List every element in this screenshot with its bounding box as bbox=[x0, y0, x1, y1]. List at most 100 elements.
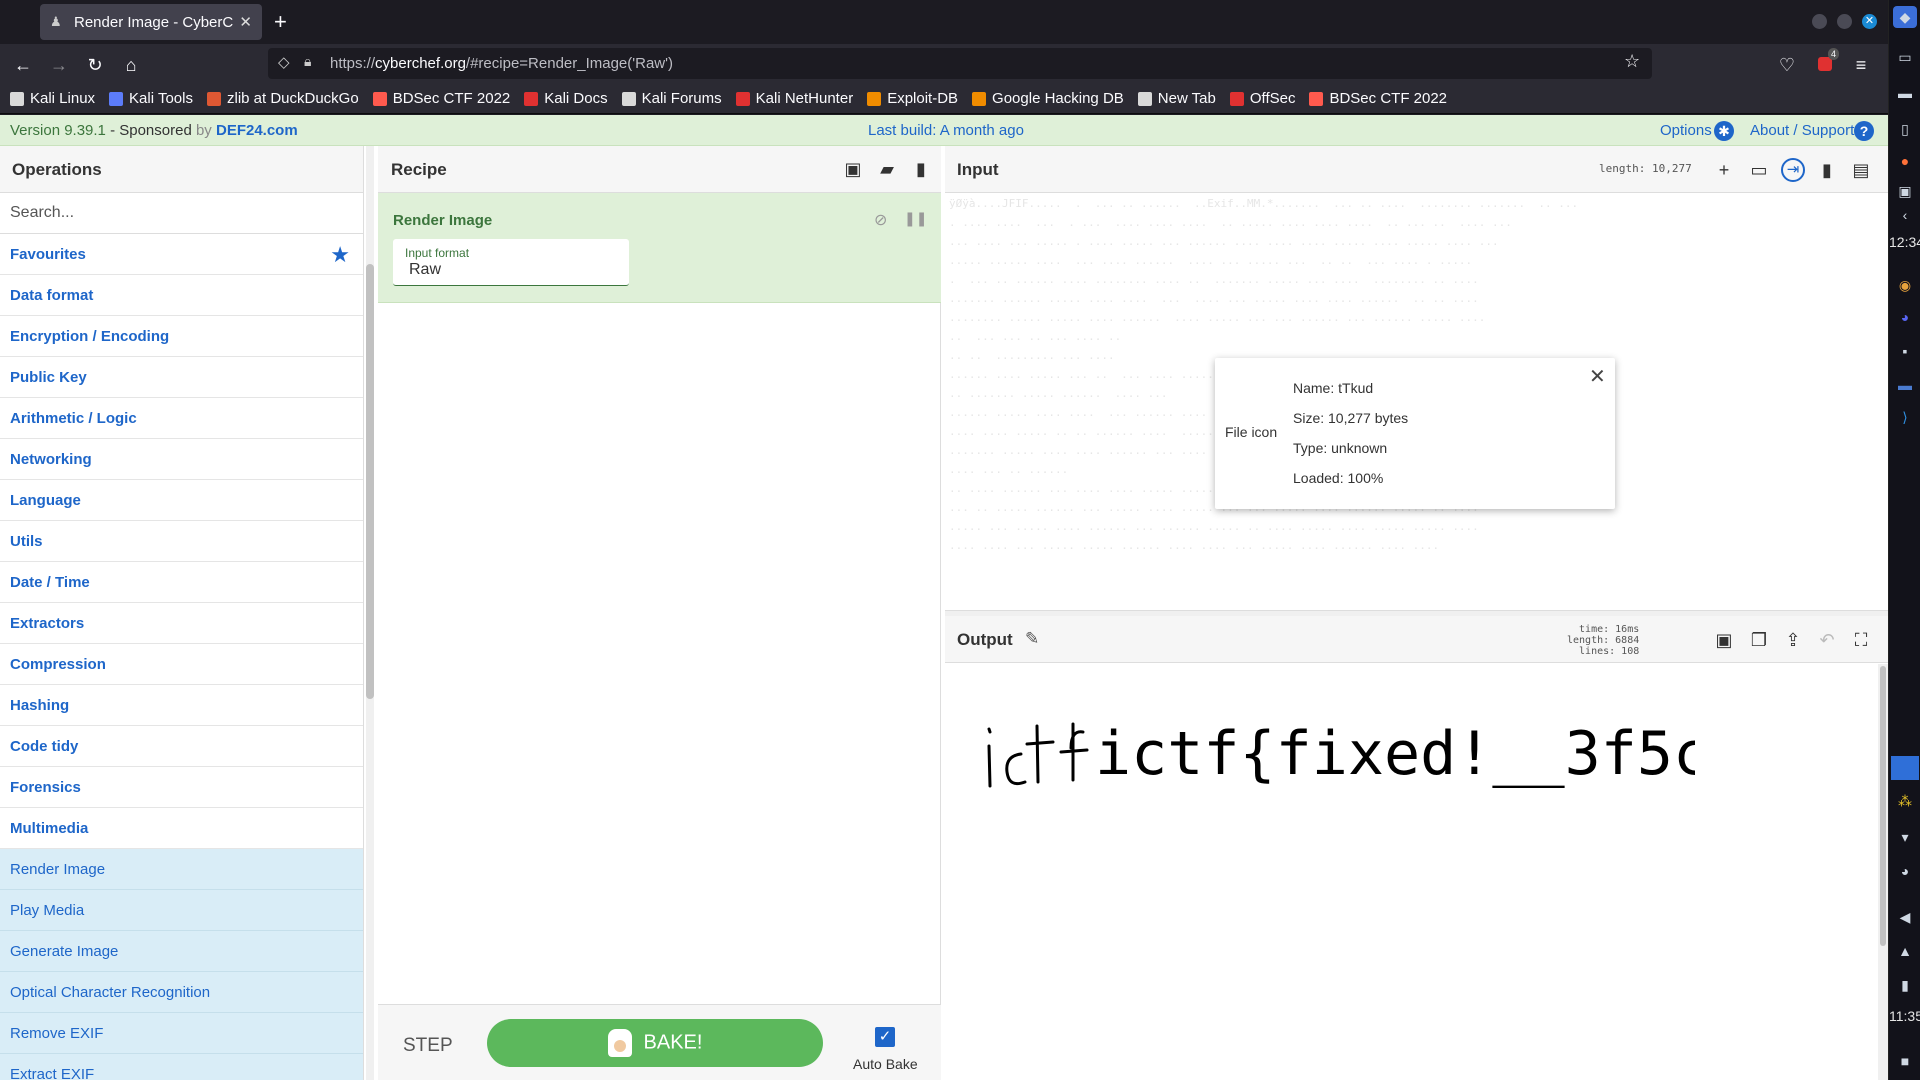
lock-screen-icon[interactable]: ■ bbox=[1893, 1050, 1917, 1072]
volume-icon[interactable]: ◀ bbox=[1893, 906, 1917, 928]
bookmark-item[interactable]: New Tab bbox=[1137, 90, 1216, 107]
notification-app-icon[interactable]: ◉ bbox=[1893, 274, 1917, 296]
new-tab-button[interactable]: + bbox=[274, 8, 287, 36]
home-icon[interactable]: ⌂ bbox=[118, 52, 144, 78]
hamburger-menu-icon[interactable]: ≡ bbox=[1848, 52, 1874, 78]
operation-item[interactable]: Render Image bbox=[0, 849, 363, 890]
open-folder-icon[interactable]: ▭ bbox=[1747, 158, 1771, 182]
window-minimize-button[interactable] bbox=[1812, 14, 1827, 29]
forward-arrow-icon[interactable]: → bbox=[46, 52, 72, 78]
document-icon[interactable]: ▯ bbox=[1893, 118, 1917, 140]
tab-close-icon[interactable]: ✕ bbox=[239, 13, 252, 31]
pocket-icon[interactable]: ♡ bbox=[1774, 52, 1800, 78]
bookmark-item[interactable]: BDSec CTF 2022 bbox=[372, 90, 510, 107]
firefox-icon[interactable]: ● bbox=[1893, 150, 1917, 172]
bookmark-item[interactable]: Kali Forums bbox=[621, 90, 722, 107]
category-hashing[interactable]: Hashing bbox=[0, 685, 363, 726]
input-format-value[interactable]: Raw bbox=[409, 261, 441, 279]
bookmark-item[interactable]: Kali Docs bbox=[524, 90, 608, 107]
category-extractors[interactable]: Extractors bbox=[0, 603, 363, 644]
url-bar[interactable]: ◇ 🔒︎ https://cyberchef.org/#recipe=Rende… bbox=[268, 48, 1652, 79]
add-input-plus-icon[interactable]: + bbox=[1712, 158, 1736, 182]
url-text[interactable]: https://cyberchef.org/#recipe=Render_Ima… bbox=[330, 48, 673, 79]
category-utils[interactable]: Utils bbox=[0, 521, 363, 562]
category-data-format[interactable]: Data format bbox=[0, 275, 363, 316]
kali-menu-icon[interactable]: ◆ bbox=[1893, 6, 1917, 28]
undo-icon[interactable]: ↶ bbox=[1815, 628, 1839, 652]
shield-icon[interactable]: ◇ bbox=[278, 53, 290, 71]
about-support-link[interactable]: About / Support bbox=[1750, 115, 1854, 146]
magic-wand-icon[interactable]: ✎ bbox=[1025, 629, 1039, 649]
load-recipe-folder-icon[interactable]: ▰ bbox=[876, 158, 898, 180]
category-code-tidy[interactable]: Code tidy bbox=[0, 726, 363, 767]
input-format-select[interactable]: Input format Raw bbox=[393, 239, 629, 286]
operation-item[interactable]: Extract EXIF bbox=[0, 1054, 363, 1080]
operation-item[interactable]: Play Media bbox=[0, 890, 363, 931]
terminal-icon[interactable]: ▣ bbox=[1893, 180, 1917, 202]
category-networking[interactable]: Networking bbox=[0, 439, 363, 480]
category-public-key[interactable]: Public Key bbox=[0, 357, 363, 398]
output-scroll-thumb[interactable] bbox=[1880, 666, 1886, 946]
window-small-icon[interactable]: ▬ bbox=[1893, 374, 1917, 396]
operation-item[interactable]: Optical Character Recognition bbox=[0, 972, 363, 1013]
step-button[interactable]: STEP bbox=[403, 1035, 453, 1057]
extension-icon[interactable]: 4 bbox=[1812, 48, 1840, 78]
operation-item[interactable]: Generate Image bbox=[0, 931, 363, 972]
close-file-icon[interactable]: ✕ bbox=[1589, 364, 1606, 389]
bookmark-star-icon[interactable]: ☆ bbox=[1624, 51, 1640, 72]
category-multimedia[interactable]: Multimedia bbox=[0, 808, 363, 849]
favourite-star-icon[interactable]: ★ bbox=[330, 234, 350, 275]
disable-operation-icon[interactable]: ⊘ bbox=[874, 210, 887, 230]
bookmark-item[interactable]: BDSec CTF 2022 bbox=[1309, 90, 1447, 107]
lock-icon[interactable]: 🔒︎ bbox=[304, 53, 311, 70]
clear-recipe-trash-icon[interactable]: ▮ bbox=[910, 158, 932, 180]
bookmark-item[interactable]: zlib at DuckDuckGo bbox=[206, 90, 359, 107]
bell-icon[interactable]: ▲ bbox=[1893, 940, 1917, 962]
breakpoint-pause-icon[interactable]: ❚❚ bbox=[904, 210, 927, 227]
category-arithmetic-logic[interactable]: Arithmetic / Logic bbox=[0, 398, 363, 439]
auto-bake-checkbox[interactable]: ✓ bbox=[875, 1027, 895, 1047]
bookmark-item[interactable]: Google Hacking DB bbox=[972, 90, 1124, 107]
maximize-output-icon[interactable]: ⛶ bbox=[1849, 628, 1873, 652]
vscode-icon[interactable]: ⟩ bbox=[1893, 406, 1917, 428]
help-icon[interactable]: ? bbox=[1854, 121, 1874, 141]
operations-scroll-thumb[interactable] bbox=[366, 264, 374, 699]
save-output-icon[interactable]: ▣ bbox=[1712, 628, 1736, 652]
options-link[interactable]: Options bbox=[1660, 115, 1712, 146]
file-manager-icon[interactable]: ▬ bbox=[1893, 82, 1917, 104]
bookmark-item[interactable]: Exploit-DB bbox=[867, 90, 958, 107]
category-encryption-encoding[interactable]: Encryption / Encoding bbox=[0, 316, 363, 357]
reload-icon[interactable]: ↻ bbox=[82, 52, 108, 78]
wifi-icon[interactable]: ▾ bbox=[1893, 826, 1917, 848]
output-scrollbar[interactable] bbox=[1878, 664, 1888, 1080]
gear-icon[interactable]: ✱ bbox=[1714, 121, 1734, 141]
recipe-ingredient-render-image[interactable]: Render Image ⊘ ❚❚ Input format Raw bbox=[378, 193, 941, 303]
category-language[interactable]: Language bbox=[0, 480, 363, 521]
bookmark-item[interactable]: OffSec bbox=[1229, 90, 1295, 107]
sponsor-link[interactable]: DEF24.com bbox=[216, 122, 298, 139]
bake-button[interactable]: BAKE! bbox=[487, 1019, 823, 1067]
battery-icon[interactable]: ▮ bbox=[1893, 974, 1917, 996]
save-recipe-icon[interactable]: ▣ bbox=[842, 158, 864, 180]
operations-search-input[interactable] bbox=[0, 193, 363, 234]
layout-icon[interactable]: ▤ bbox=[1849, 158, 1873, 182]
tray-app-icon[interactable]: ⁂ bbox=[1893, 790, 1917, 812]
discord-icon[interactable]: ◕ bbox=[1893, 306, 1917, 328]
open-file-icon[interactable]: ⇥ bbox=[1781, 158, 1805, 182]
terminal-small-icon[interactable]: ▪ bbox=[1893, 340, 1917, 362]
window-maximize-button[interactable] bbox=[1837, 14, 1852, 29]
workspace-icon[interactable]: ▭ bbox=[1893, 46, 1917, 68]
operation-item[interactable]: Remove EXIF bbox=[0, 1013, 363, 1054]
browser-tab-active[interactable]: ♟ Render Image - CyberChef ✕ bbox=[40, 4, 262, 40]
bookmark-item[interactable]: Kali NetHunter bbox=[735, 90, 853, 107]
category-date-time[interactable]: Date / Time bbox=[0, 562, 363, 603]
clear-input-trash-icon[interactable]: ▮ bbox=[1815, 158, 1839, 182]
collapse-chevron-icon[interactable]: ‹ bbox=[1893, 204, 1917, 226]
replace-input-icon[interactable]: ⇪ bbox=[1781, 628, 1805, 652]
bookmark-item[interactable]: Kali Linux bbox=[10, 90, 95, 107]
category-favourites[interactable]: Favourites ★ bbox=[0, 234, 363, 275]
copy-output-icon[interactable]: ❐ bbox=[1747, 628, 1771, 652]
category-compression[interactable]: Compression bbox=[0, 644, 363, 685]
window-close-button[interactable]: ✕ bbox=[1862, 14, 1877, 29]
discord-tray-icon[interactable]: ◕ bbox=[1893, 860, 1917, 882]
